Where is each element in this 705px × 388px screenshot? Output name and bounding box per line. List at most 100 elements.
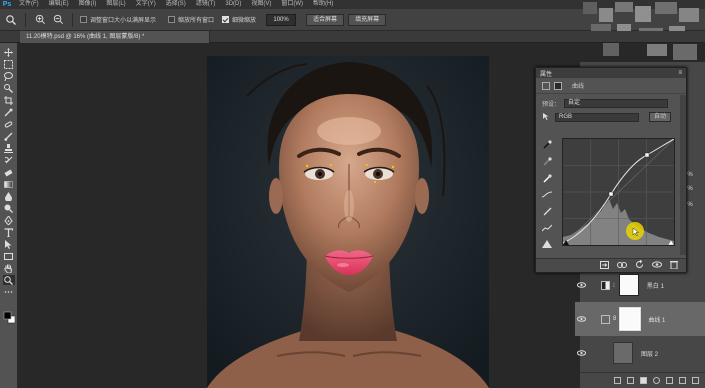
chain-link-icon[interactable]: ⁝ [613, 282, 615, 289]
preset-row: 预设： 自定 [536, 97, 686, 109]
gradient-tool-icon[interactable] [3, 179, 15, 189]
menu-select[interactable]: 选择(S) [161, 0, 191, 9]
zoom-tool-icon[interactable] [4, 13, 18, 27]
channel-select[interactable]: RGB [555, 112, 639, 122]
white-point-eyedropper-icon[interactable] [542, 174, 552, 185]
layer-name[interactable]: 黑白 1 [647, 281, 664, 290]
visibility-eye-icon[interactable] [575, 282, 587, 288]
channel-row: RGB 自动 [536, 111, 686, 123]
menu-file[interactable]: 文件(F) [14, 0, 44, 9]
target-adjust-icon[interactable] [542, 112, 551, 123]
menu-window[interactable]: 窗口(W) [276, 0, 308, 9]
clipping-warning-icon[interactable] [542, 240, 552, 250]
zoom-tool-icon[interactable] [2, 275, 15, 285]
properties-header: 属性 ≡ [536, 68, 686, 78]
curves-adjustment-icon [601, 314, 610, 324]
layer-thumbnail[interactable] [613, 342, 633, 364]
checkbox-box[interactable] [168, 16, 176, 23]
rectangle-tool-icon[interactable] [3, 251, 15, 261]
smooth-curve-icon[interactable] [541, 224, 553, 234]
zoom-value-field[interactable]: 100% [266, 13, 297, 26]
layer-name[interactable]: 曲线 1 [648, 315, 665, 324]
layer-row[interactable]: 图层 2 [575, 336, 705, 370]
menu-image[interactable]: 图像(I) [74, 0, 102, 9]
photoshop-logo: Ps [2, 1, 12, 8]
mask-icon[interactable] [554, 81, 562, 90]
zoom-in-icon[interactable] [33, 13, 47, 27]
new-adjustment-icon[interactable] [653, 377, 660, 384]
path-selection-tool-icon[interactable] [3, 239, 15, 249]
canvas-area[interactable] [19, 44, 579, 388]
eraser-tool-icon[interactable] [3, 167, 15, 177]
layer-mask-thumbnail[interactable] [619, 307, 642, 331]
properties-panel: 属性 ≡ 曲线 预设： 自定 RGB 自动 [535, 67, 687, 273]
menu-help[interactable]: 帮助(H) [308, 0, 338, 9]
visibility-eye-icon[interactable] [575, 350, 587, 356]
black-white-adjustment-icon [601, 280, 610, 290]
healing-brush-tool-icon[interactable] [3, 119, 15, 129]
new-group-icon[interactable] [666, 377, 673, 384]
pencil-tool-icon[interactable] [543, 207, 552, 218]
pen-tool-icon[interactable] [3, 215, 15, 225]
quick-select-tool-icon[interactable] [3, 83, 15, 93]
layers-footer [580, 372, 705, 388]
tools-panel [0, 43, 18, 388]
type-tool-icon[interactable] [3, 227, 15, 237]
color-swatches-icon[interactable] [3, 309, 15, 325]
lasso-tool-icon[interactable] [3, 71, 15, 81]
fit-screen-button[interactable]: 适合屏幕 [306, 13, 345, 26]
divider [72, 12, 73, 27]
zoom-all-windows-label: 缩放所有窗口 [178, 18, 215, 24]
adjustment-title-row: 曲线 [536, 78, 686, 94]
menu-layer[interactable]: 图层(L) [101, 0, 130, 9]
visibility-eye-icon[interactable] [575, 316, 587, 322]
curves-graph[interactable] [562, 138, 675, 246]
document-tab[interactable]: 11.20模特.psd @ 16% (曲线 1, 图层蒙版/8) * [20, 31, 210, 43]
zoom-out-icon[interactable] [51, 13, 65, 27]
properties-scrollbar[interactable] [680, 95, 686, 255]
layer-style-icon[interactable] [627, 377, 634, 384]
menu-type[interactable]: 文字(Y) [131, 0, 161, 9]
dodge-tool-icon[interactable] [3, 203, 15, 213]
link-layers-icon[interactable] [614, 377, 621, 384]
brush-tool-icon[interactable] [3, 131, 15, 141]
menu-view[interactable]: 视图(V) [246, 0, 276, 9]
panel-menu-icon[interactable]: ≡ [678, 70, 682, 76]
scrubby-zoom-checkbox[interactable]: 细微缩放 [222, 15, 256, 24]
marquee-tool-icon[interactable] [3, 59, 15, 69]
zoom-all-windows-checkbox[interactable]: 缩放所有窗口 [168, 15, 214, 24]
checkbox-box-checked[interactable] [222, 16, 230, 23]
auto-button[interactable]: 自动 [649, 112, 672, 122]
chain-link-icon[interactable]: 8 [613, 316, 616, 322]
fill-screen-button[interactable]: 填充屏幕 [348, 13, 387, 26]
eyedropper-tool-icon[interactable] [3, 107, 15, 117]
history-brush-tool-icon[interactable] [3, 155, 15, 165]
layer-row[interactable]: ⁝ 黑白 1 [575, 268, 705, 302]
scrubby-zoom-label: 细微缩放 [232, 18, 257, 24]
more-tools-icon[interactable] [3, 287, 15, 297]
adjustment-name: 曲线 [572, 84, 585, 90]
hand-tool-icon[interactable] [3, 263, 15, 273]
resize-windows-checkbox[interactable]: 调整窗口大小以满屏显示 [80, 15, 156, 24]
blur-tool-icon[interactable] [3, 191, 15, 201]
crop-tool-icon[interactable] [3, 95, 15, 105]
move-tool-icon[interactable] [3, 47, 15, 57]
curve-point-tool-icon[interactable] [541, 191, 553, 201]
layer-row-selected[interactable]: 8 曲线 1 [575, 302, 705, 336]
menu-3d[interactable]: 3D(D) [220, 0, 246, 9]
layer-name[interactable]: 图层 2 [641, 349, 658, 358]
menu-filter[interactable]: 滤镜(T) [191, 0, 221, 9]
preset-label: 预设： [542, 101, 561, 108]
curves-adjustment-icon[interactable] [542, 81, 550, 90]
portrait-photo[interactable] [207, 56, 489, 388]
delete-layer-icon[interactable] [692, 377, 699, 384]
checkbox-box[interactable] [80, 16, 87, 23]
black-point-eyedropper-icon[interactable] [542, 140, 552, 151]
new-layer-icon[interactable] [679, 377, 686, 384]
add-mask-icon[interactable] [640, 377, 647, 384]
gray-point-eyedropper-icon[interactable] [542, 157, 552, 168]
clone-stamp-tool-icon[interactable] [3, 143, 15, 153]
preset-select[interactable]: 自定 [564, 98, 669, 108]
layer-mask-thumbnail[interactable] [618, 274, 639, 296]
menu-edit[interactable]: 编辑(E) [44, 0, 74, 9]
